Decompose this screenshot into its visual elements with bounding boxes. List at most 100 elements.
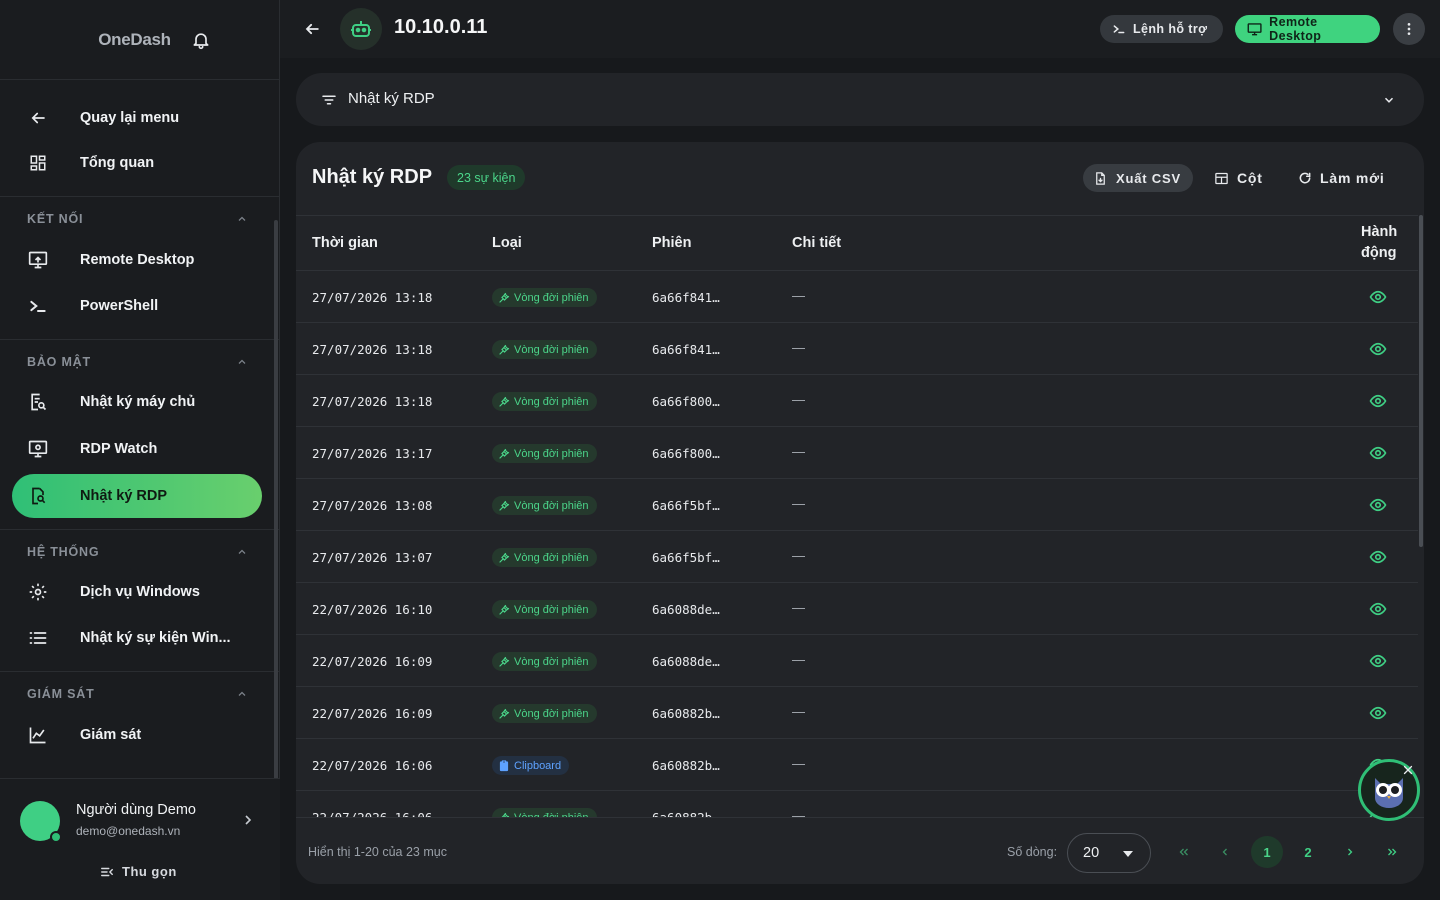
close-icon[interactable] — [1402, 764, 1414, 776]
view-eye-icon[interactable] — [1368, 652, 1388, 670]
plug-icon — [499, 344, 510, 355]
section-system-header[interactable]: HỆ THỐNG — [0, 529, 280, 575]
cell-detail: — — [792, 808, 805, 817]
rows-per-page-value: 20 — [1083, 845, 1100, 861]
view-eye-icon[interactable] — [1368, 392, 1388, 410]
sidebar-item-back[interactable]: Quay lại menu — [12, 96, 262, 140]
last-page-button[interactable] — [1376, 836, 1408, 868]
sidebar: OneDash Quay lại menu Tổng quan KẾT NỐI … — [0, 0, 280, 900]
type-label: Vòng đời phiên — [514, 343, 589, 356]
section-security-header[interactable]: BẢO MẬT — [0, 339, 280, 385]
table-row[interactable]: 27/07/2026 13:17 Vòng đời phiên 6a66f800… — — [296, 427, 1418, 479]
table-row[interactable]: 27/07/2026 13:18 Vòng đời phiên 6a66f841… — — [296, 323, 1418, 375]
column-header-session[interactable]: Phiên — [652, 235, 691, 251]
avatar[interactable] — [20, 801, 62, 843]
cell-detail: — — [792, 392, 805, 407]
column-header-detail[interactable]: Chi tiết — [792, 235, 841, 251]
remote-desktop-button[interactable]: Remote Desktop — [1235, 15, 1380, 43]
first-page-button[interactable] — [1168, 836, 1200, 868]
cell-detail: — — [792, 340, 805, 355]
support-command-button[interactable]: Lệnh hỗ trợ — [1100, 15, 1223, 43]
table-row[interactable]: 27/07/2026 13:18 Vòng đời phiên 6a66f841… — — [296, 271, 1418, 323]
event-count-badge: 23 sự kiện — [447, 165, 526, 190]
type-label: Clipboard — [514, 759, 562, 772]
page-button-1[interactable]: 1 — [1251, 836, 1283, 868]
collapse-sidebar-button[interactable]: Thu gọn — [100, 864, 177, 879]
sidebar-item-overview[interactable]: Tổng quan — [12, 141, 262, 185]
dashboard-grid-icon — [27, 152, 49, 174]
plug-icon — [499, 604, 510, 615]
table-row[interactable]: 22/07/2026 16:06 Vòng đời phiên 6a60882b… — — [296, 791, 1418, 817]
table-row[interactable]: 27/07/2026 13:18 Vòng đời phiên 6a66f800… — — [296, 375, 1418, 427]
chevron-up-icon — [238, 691, 246, 696]
sidebar-item-server-log[interactable]: Nhật ký máy chủ — [12, 380, 262, 424]
plug-icon — [499, 656, 510, 667]
table-row[interactable]: 22/07/2026 16:10 Vòng đời phiên 6a6088de… — — [296, 583, 1418, 635]
column-header-type[interactable]: Loại — [492, 235, 522, 251]
table-row[interactable]: 27/07/2026 13:08 Vòng đời phiên 6a66f5bf… — — [296, 479, 1418, 531]
rows-per-page-select[interactable]: 20 — [1067, 833, 1151, 873]
view-eye-icon[interactable] — [1368, 704, 1388, 722]
sidebar-item-powershell[interactable]: PowerShell — [12, 284, 262, 328]
caret-down-icon — [1123, 851, 1133, 857]
view-eye-icon[interactable] — [1368, 496, 1388, 514]
view-eye-icon[interactable] — [1368, 600, 1388, 618]
columns-button[interactable]: Cột — [1214, 164, 1263, 192]
section-monitor-header[interactable]: GIÁM SÁT — [0, 671, 280, 717]
sidebar-item-windows-services[interactable]: Dịch vụ Windows — [12, 570, 262, 614]
sidebar-item-label: RDP Watch — [80, 441, 158, 457]
table-row[interactable]: 22/07/2026 16:09 Vòng đời phiên 6a60882b… — — [296, 687, 1418, 739]
terminal-icon — [1113, 25, 1125, 34]
plug-icon — [499, 708, 510, 719]
type-badge: Vòng đời phiên — [492, 600, 597, 619]
chevron-up-icon — [238, 359, 246, 364]
export-csv-button[interactable]: Xuất CSV — [1083, 164, 1193, 192]
bell-icon[interactable] — [191, 30, 211, 50]
type-label: Vòng đời phiên — [514, 447, 589, 460]
sidebar-item-rdp-watch[interactable]: RDP Watch — [12, 427, 262, 471]
sidebar-item-label: Nhật ký sự kiện Win... — [80, 630, 231, 646]
table-scrollbar[interactable] — [1419, 215, 1423, 547]
section-connect-header[interactable]: KẾT NỐI — [0, 196, 280, 242]
table-body: 27/07/2026 13:18 Vòng đời phiên 6a66f841… —… — [296, 271, 1418, 817]
list-icon — [27, 627, 49, 649]
sidebar-item-rdp-log[interactable]: Nhật ký RDP — [12, 474, 262, 518]
chevrons-right-icon — [1388, 848, 1397, 856]
sidebar-item-label: PowerShell — [80, 298, 159, 314]
filter-panel[interactable]: Nhật ký RDP — [296, 73, 1424, 126]
cell-time: 22/07/2026 16:09 — [312, 654, 433, 669]
line-chart-icon — [27, 724, 49, 746]
chevron-down-icon[interactable] — [1382, 93, 1396, 107]
sidebar-item-remote-desktop[interactable]: Remote Desktop — [12, 238, 262, 282]
clipboard-icon — [499, 759, 509, 771]
page-button-2[interactable]: 2 — [1292, 836, 1324, 868]
view-eye-icon[interactable] — [1368, 288, 1388, 306]
cell-time: 27/07/2026 13:18 — [312, 342, 433, 357]
table-row[interactable]: 22/07/2026 16:09 Vòng đời phiên 6a6088de… — — [296, 635, 1418, 687]
more-menu-button[interactable] — [1393, 13, 1425, 45]
next-page-button[interactable] — [1334, 836, 1366, 868]
table-row[interactable]: 27/07/2026 13:07 Vòng đời phiên 6a66f5bf… — — [296, 531, 1418, 583]
chevron-right-icon[interactable] — [240, 812, 256, 828]
refresh-button[interactable]: Làm mới — [1298, 164, 1385, 192]
user-panel[interactable]: Người dùng Demo demo@onedash.vn Thu gọn — [0, 778, 280, 900]
sidebar-scrollbar[interactable] — [274, 220, 278, 778]
cell-detail: — — [792, 496, 805, 511]
type-label: Vòng đời phiên — [514, 655, 589, 668]
view-eye-icon[interactable] — [1368, 548, 1388, 566]
brand-logo[interactable]: OneDash — [98, 30, 171, 50]
host-title: 10.10.0.11 — [394, 16, 488, 38]
back-arrow-icon[interactable] — [302, 19, 322, 39]
more-vertical-icon — [1407, 23, 1411, 35]
section-title: KẾT NỐI — [27, 212, 84, 226]
sidebar-item-windows-events[interactable]: Nhật ký sự kiện Win... — [12, 616, 262, 660]
view-eye-icon[interactable] — [1368, 444, 1388, 462]
export-csv-label: Xuất CSV — [1116, 170, 1181, 186]
card-title: Nhật ký RDP — [312, 166, 433, 188]
sidebar-item-label: Giám sát — [80, 727, 142, 743]
view-eye-icon[interactable] — [1368, 340, 1388, 358]
column-header-time[interactable]: Thời gian — [312, 235, 378, 251]
sidebar-item-monitoring[interactable]: Giám sát — [12, 713, 262, 757]
table-row[interactable]: 22/07/2026 16:06 Clipboard 6a60882b… — — [296, 739, 1418, 791]
prev-page-button[interactable] — [1209, 836, 1241, 868]
